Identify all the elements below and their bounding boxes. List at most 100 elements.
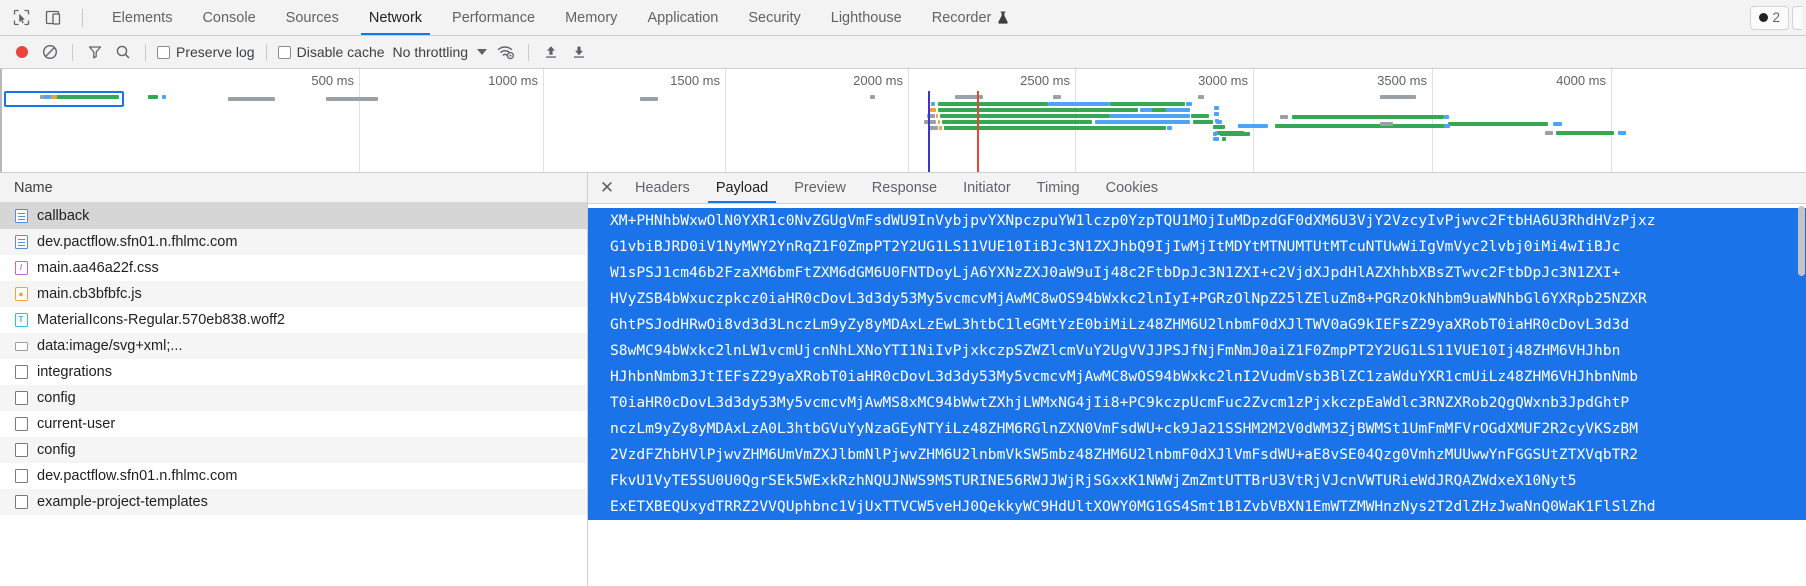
tab-recorder[interactable]: Recorder	[917, 0, 1025, 35]
tab-memory[interactable]: Memory	[550, 0, 632, 35]
request-name: callback	[37, 208, 90, 224]
close-icon[interactable]: ✕	[592, 173, 622, 203]
overview-request-bar	[326, 97, 378, 101]
filter-icon[interactable]	[82, 40, 108, 64]
tab-label: Console	[202, 9, 256, 26]
generic-file-icon	[14, 495, 28, 510]
image-icon	[14, 339, 28, 354]
overview-request-bar	[1220, 132, 1250, 136]
overview-selection-box[interactable]	[4, 91, 124, 107]
tab-console[interactable]: Console	[187, 0, 270, 35]
tab-network[interactable]: Network	[354, 0, 437, 35]
detail-tab-initiator[interactable]: Initiator	[950, 173, 1024, 203]
detail-tab-response[interactable]: Response	[859, 173, 950, 203]
overview-request-bar	[1444, 115, 1449, 119]
overview-request-bar	[1618, 131, 1626, 135]
tab-elements[interactable]: Elements	[97, 0, 187, 35]
payload-scroll-thumb[interactable]	[1798, 206, 1805, 276]
overview-request-bar	[148, 95, 158, 99]
tab-performance[interactable]: Performance	[437, 0, 550, 35]
preserve-log-checkbox[interactable]: Preserve log	[155, 44, 257, 60]
detail-tab-payload[interactable]: Payload	[703, 173, 781, 203]
overview-request-bar	[955, 95, 983, 99]
payload-content[interactable]: XM+PHNhbWxwOlN0YXR1c0NvZGUgVmFsdWU9InVyb…	[588, 204, 1806, 586]
request-row[interactable]: / main.aa46a22f.css	[0, 255, 587, 281]
disable-cache-checkbox[interactable]: Disable cache	[276, 44, 387, 60]
request-row[interactable]: data:image/svg+xml;...	[0, 333, 587, 359]
request-detail-pane: ✕ Headers Payload Preview Response Initi…	[588, 173, 1806, 586]
overview-request-bar	[870, 95, 875, 99]
network-overview[interactable]: 500 ms 1000 ms 1500 ms 2000 ms 2500 ms 3000 m…	[0, 69, 1806, 173]
tab-label: Performance	[452, 9, 536, 26]
tab-application[interactable]: Application	[632, 0, 733, 35]
overview-request-bar	[930, 108, 936, 112]
throttling-dropdown[interactable]: No throttling	[389, 44, 491, 60]
devtools-window: Elements Console Sources Network Perform…	[0, 0, 1806, 586]
search-icon[interactable]	[110, 40, 136, 64]
overview-request-bar	[1380, 95, 1416, 99]
detail-tab-headers[interactable]: Headers	[622, 173, 703, 203]
generic-file-icon	[14, 469, 28, 484]
overview-request-bar	[1048, 102, 1110, 106]
payload-line: GhtPSJodHRwOi8vd3d3LnczLm9yZy8yMDAxLzEwL…	[588, 312, 1806, 338]
detail-tab-cookies[interactable]: Cookies	[1093, 173, 1171, 203]
upload-arrow-icon[interactable]	[538, 40, 564, 64]
request-row[interactable]: ● main.cb3bfbfc.js	[0, 281, 587, 307]
tab-label: Security	[748, 9, 801, 26]
overview-request-bar	[1215, 119, 1219, 123]
requests-column-header[interactable]: Name	[0, 173, 587, 203]
request-row[interactable]: config	[0, 385, 587, 411]
tab-lighthouse[interactable]: Lighthouse	[816, 0, 917, 35]
tab-sources[interactable]: Sources	[271, 0, 354, 35]
timeline-tick-label: 500 ms	[311, 73, 354, 88]
tab-label: Memory	[565, 9, 618, 26]
request-name: current-user	[37, 416, 116, 432]
request-row[interactable]: T MaterialIcons-Regular.570eb838.woff2	[0, 307, 587, 333]
overview-request-bar	[162, 95, 166, 99]
wifi-settings-icon[interactable]	[493, 40, 519, 64]
payload-line: FkvU1VyTE5SU0U0QgrSEk5WExkRzhNQUJNWS9MST…	[588, 468, 1806, 494]
script-icon: ●	[14, 287, 28, 302]
request-name: main.aa46a22f.css	[37, 260, 159, 276]
overview-waterfall	[0, 91, 1806, 172]
request-name: config	[37, 442, 76, 458]
overview-request-bar	[1448, 122, 1548, 126]
payload-scrollbar[interactable]	[1797, 204, 1806, 586]
tab-label: Network	[368, 9, 423, 26]
inspect-element-icon[interactable]	[10, 7, 32, 29]
tab-label: Sources	[285, 9, 339, 26]
devtools-more-panel[interactable]	[1792, 5, 1802, 30]
request-name: example-project-templates	[37, 494, 208, 510]
timeline-tick-label: 2000 ms	[853, 73, 903, 88]
issue-dot-icon	[1759, 13, 1769, 22]
payload-line: G1vbiBJRD0iV1NyMWY2YnRqZ1F0ZmpPT2Y2UG1LS…	[588, 234, 1806, 260]
overview-request-bar	[1213, 137, 1219, 141]
detail-tab-label: Timing	[1036, 180, 1080, 196]
tabbar-divider	[82, 8, 83, 27]
request-row[interactable]: dev.pactflow.sfn01.n.fhlmc.com	[0, 463, 587, 489]
payload-line: ExETXBEQUxydTRRZ2VVQUphbnc1VjUxTTVCW5veH…	[588, 494, 1806, 520]
request-row[interactable]: config	[0, 437, 587, 463]
tab-security[interactable]: Security	[733, 0, 815, 35]
overview-request-bar	[1186, 102, 1192, 106]
tabbar-right-controls: 2	[1750, 0, 1806, 35]
request-row[interactable]: integrations	[0, 359, 587, 385]
request-row[interactable]: example-project-templates	[0, 489, 587, 515]
download-arrow-icon[interactable]	[566, 40, 592, 64]
detail-tab-label: Response	[871, 180, 938, 196]
detail-tab-timing[interactable]: Timing	[1024, 173, 1093, 203]
clear-network-log-icon[interactable]	[37, 40, 63, 64]
request-row[interactable]: dev.pactflow.sfn01.n.fhlmc.com	[0, 229, 587, 255]
overview-request-bar	[936, 114, 938, 118]
detail-tab-preview[interactable]: Preview	[781, 173, 859, 203]
request-row[interactable]: current-user	[0, 411, 587, 437]
device-toolbar-icon[interactable]	[42, 7, 64, 29]
overview-request-bar	[1222, 137, 1226, 141]
record-button-icon[interactable]	[9, 40, 35, 64]
request-row[interactable]: callback	[0, 203, 587, 229]
issues-badge[interactable]: 2	[1750, 5, 1789, 30]
generic-file-icon	[14, 391, 28, 406]
issues-count: 2	[1772, 10, 1780, 25]
generic-file-icon	[14, 443, 28, 458]
tab-label: Elements	[112, 9, 173, 26]
